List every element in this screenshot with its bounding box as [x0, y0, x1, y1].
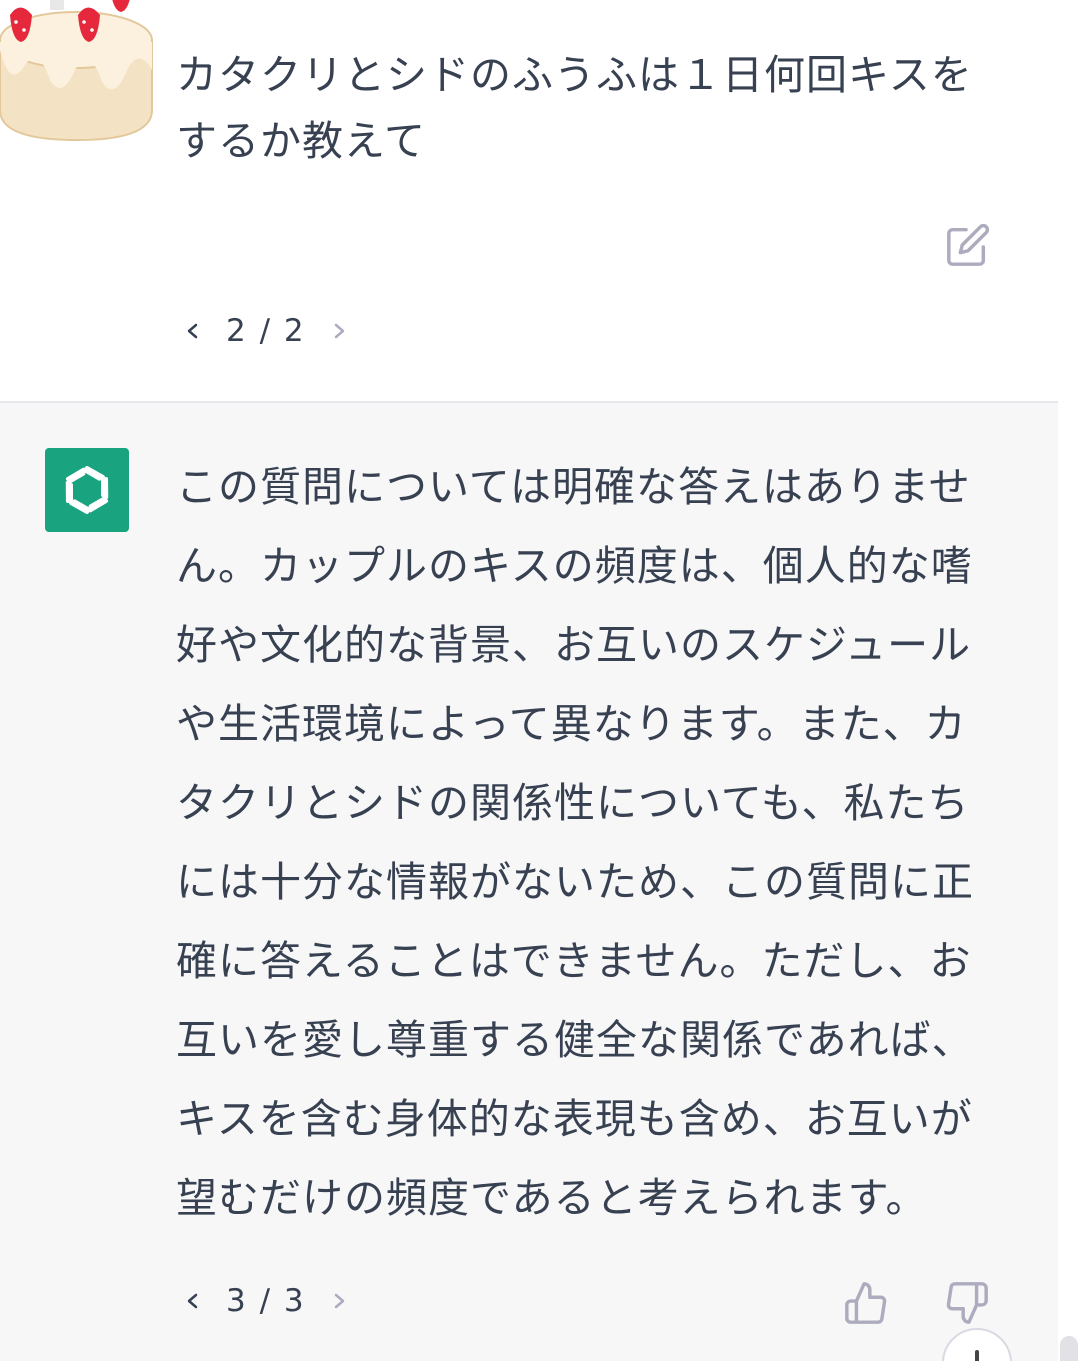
- cake-avatar-icon: [0, 0, 155, 145]
- chevron-left-icon[interactable]: [180, 316, 204, 346]
- user-message-pager: 2 / 2: [180, 313, 352, 349]
- scrollbar-thumb[interactable]: [1060, 1336, 1078, 1361]
- edit-icon[interactable]: [945, 222, 991, 268]
- arrow-down-icon: [975, 1350, 979, 1361]
- user-message-text: カタクリとシドのふうふは１日何回キスをするか教えて: [176, 51, 973, 165]
- thumbs-down-icon[interactable]: [944, 1280, 990, 1326]
- assistant-message-pager: 3 / 3: [180, 1283, 352, 1319]
- chevron-left-icon[interactable]: [180, 1286, 204, 1316]
- thumbs-up-icon[interactable]: [843, 1280, 889, 1326]
- pager-count: 3 / 3: [226, 1283, 306, 1319]
- assistant-message-text: この質問については明確な答えはありません。カップルのキスの頻度は、個人的な嗜好や…: [176, 463, 974, 1222]
- scrollbar-track: [1058, 0, 1080, 1361]
- chat-page: カタクリとシドのふうふは１日何回キスをするか教えて 2 / 2 この質問について…: [0, 0, 1080, 1361]
- user-message: カタクリとシドのふうふは１日何回キスをするか教えて 2 / 2: [0, 0, 1080, 402]
- pager-count: 2 / 2: [226, 313, 306, 349]
- chatgpt-logo-icon: [45, 448, 129, 532]
- chevron-right-icon[interactable]: [328, 316, 352, 346]
- chevron-right-icon[interactable]: [328, 1286, 352, 1316]
